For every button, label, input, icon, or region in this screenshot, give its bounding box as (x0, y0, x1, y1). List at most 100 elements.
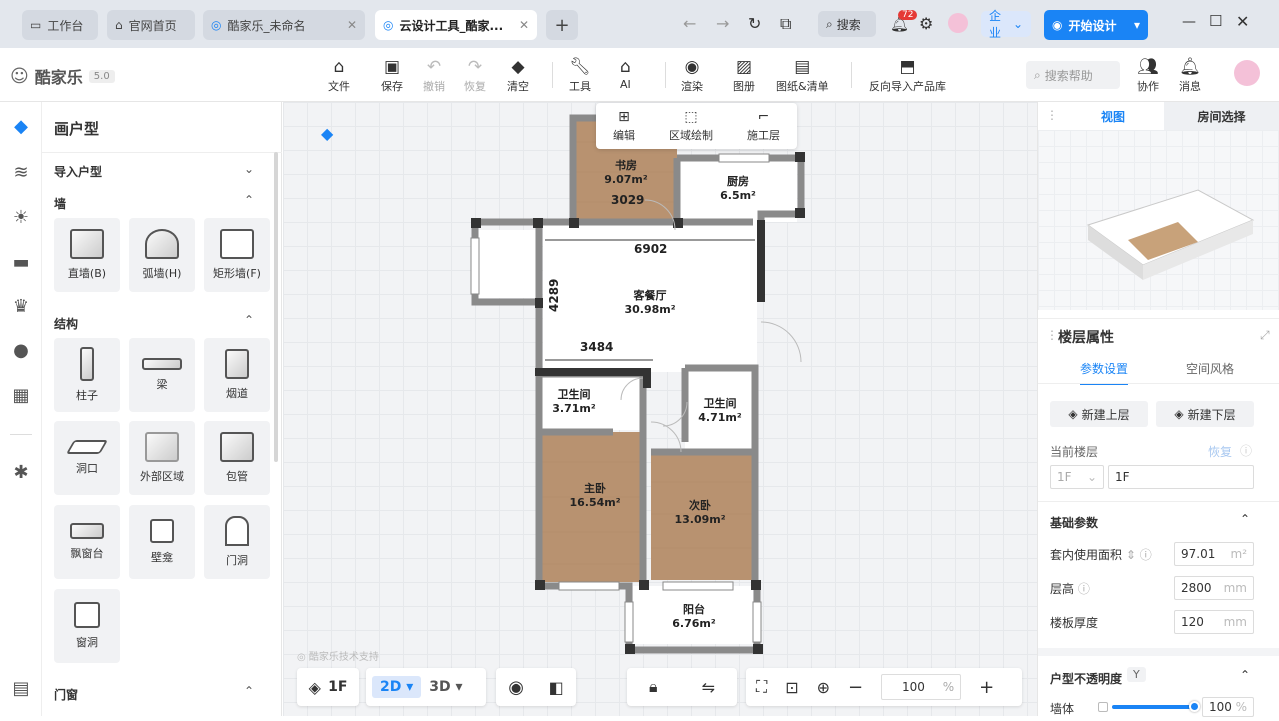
straight-wall-tool[interactable]: 直墙(B) (54, 218, 120, 292)
person-icon[interactable]: ● (0, 332, 42, 368)
start-design-button[interactable]: ◉ 开始设计 ▾ (1044, 10, 1148, 40)
focus-icon[interactable]: ⊡ (785, 678, 798, 697)
floor-select[interactable]: 1F ⌄ (1050, 465, 1104, 489)
refresh-icon[interactable]: ↻ (748, 14, 761, 33)
wall-opacity-input[interactable]: 100% (1202, 697, 1254, 717)
crown-icon[interactable]: ♛ (0, 288, 42, 324)
chevron-up-icon[interactable]: ⌃ (244, 313, 254, 327)
area-input[interactable]: 97.01 m² (1174, 542, 1254, 566)
height-input[interactable]: 2800 mm (1174, 576, 1254, 600)
zoom-in-button[interactable]: + (979, 677, 994, 698)
lightbulb-icon[interactable]: ☀ (0, 199, 42, 235)
settings-icon[interactable]: ⚙ (919, 14, 933, 33)
new-upper-floor-button[interactable]: ◈ 新建上层 (1050, 401, 1148, 427)
wall-opacity-checkbox[interactable] (1098, 702, 1108, 712)
edit-tool[interactable]: ⊞ 编辑 (613, 109, 635, 143)
copy-icon[interactable]: ⧉ (780, 14, 791, 34)
layers-icon[interactable]: ≋ (0, 154, 42, 190)
chevron-up-icon[interactable]: ⌃ (244, 684, 254, 698)
slider-handle[interactable] (1189, 701, 1200, 712)
room-label-balcony[interactable]: 阳台 6.76m² (666, 603, 722, 631)
tab-cloud-design[interactable]: ◎ 云设计工具_酷家... ✕ (375, 10, 537, 40)
chevron-up-icon[interactable]: ⌃ (1240, 668, 1250, 682)
save-button[interactable]: ▣ 保存 (381, 58, 403, 94)
restore-link[interactable]: 恢复 (1208, 443, 1232, 460)
avatar[interactable] (948, 13, 968, 33)
tab-unnamed[interactable]: ◎ 酷家乐_未命名 ✕ (203, 10, 365, 40)
chevron-down-icon[interactable]: ▾ (1134, 18, 1140, 32)
dimension-label[interactable]: 4289 (547, 279, 561, 312)
cabinet-icon[interactable]: ▦ (0, 377, 42, 413)
toggle-icon[interactable]: ⇋ (702, 678, 715, 697)
reverse-import-button[interactable]: ⬒ 反向导入产品库 (869, 58, 946, 94)
messages-menu[interactable]: 🔔︎ 消息 (1179, 58, 1201, 94)
user-avatar[interactable] (1234, 60, 1260, 86)
maximize-icon[interactable]: ☐ (1209, 12, 1222, 30)
outer-area-tool[interactable]: 外部区域 (129, 421, 195, 495)
dimension-label[interactable]: 3484 (580, 340, 613, 354)
lock-icon[interactable]: 🔒︎ (649, 677, 658, 697)
room-label-master[interactable]: 主卧 16.54m² (564, 482, 626, 510)
arc-wall-tool[interactable]: 弧墙(H) (129, 218, 195, 292)
drag-handle-icon[interactable]: ⋮ (1046, 328, 1058, 342)
fit-view-icon[interactable]: ⛶ (756, 677, 767, 697)
bay-window-tool[interactable]: 飘窗台 (54, 505, 120, 579)
clear-menu[interactable]: ◆ 清空 (507, 58, 529, 94)
room-label-bath1[interactable]: 卫生间 3.71m² (546, 388, 602, 416)
construction-layer-tool[interactable]: ⌐ 施工层 (747, 109, 780, 143)
drag-handle-icon[interactable]: ⋮ (1046, 108, 1058, 122)
chevron-up-icon[interactable]: ⌃ (244, 193, 254, 207)
door-opening-tool[interactable]: 门洞 (204, 505, 270, 579)
panel-toggle-icon[interactable]: ▤ (0, 670, 42, 706)
help-search-input[interactable]: ⌕ 搜索帮助 (1026, 61, 1120, 89)
room-label-second[interactable]: 次卧 13.09m² (672, 499, 728, 527)
close-window-icon[interactable]: ✕ (1236, 12, 1249, 31)
eye-icon[interactable]: ◉ (508, 677, 524, 698)
plugin-icon[interactable]: ✱ (0, 454, 42, 490)
beam-tool[interactable]: 梁 (129, 338, 195, 412)
new-tab-button[interactable]: + (546, 10, 578, 40)
dimension-label[interactable]: 6902 (634, 242, 667, 256)
undo-button[interactable]: ↶ 撤销 (423, 58, 445, 94)
chevron-up-icon[interactable]: ⌃ (1240, 512, 1250, 526)
tab-view[interactable]: 视图 (1062, 102, 1164, 130)
forward-icon[interactable]: → (716, 14, 729, 33)
file-menu[interactable]: ⌂ 文件 (328, 58, 350, 94)
chevron-down-icon[interactable]: ⌄ (244, 162, 254, 176)
zoom-area-icon[interactable]: ⊕ (817, 678, 830, 697)
flue-tool[interactable]: 烟道 (204, 338, 270, 412)
column-tool[interactable]: 柱子 (54, 338, 120, 412)
niche-tool[interactable]: 壁龛 (129, 505, 195, 579)
panel-scrollbar[interactable] (274, 152, 278, 462)
3d-preview[interactable] (1038, 130, 1279, 310)
room-label-living[interactable]: 客餐厅 30.98m² (618, 289, 682, 317)
zoom-input[interactable]: 100% (881, 674, 962, 700)
enterprise-menu[interactable]: 企业 ⌄ (981, 9, 1031, 40)
tools-menu[interactable]: 🔧︎ 工具 (569, 58, 591, 94)
redo-button[interactable]: ↷ 恢复 (464, 58, 486, 94)
new-lower-floor-button[interactable]: ◈ 新建下层 (1156, 401, 1254, 427)
close-icon[interactable]: ✕ (347, 18, 357, 32)
gallery-button[interactable]: ▨ 图册 (733, 58, 755, 94)
pipe-box-tool[interactable]: 包管 (204, 421, 270, 495)
floor-name-input[interactable]: 1F (1108, 465, 1254, 489)
room-label-bath2[interactable]: 卫生间 4.71m² (692, 397, 748, 425)
opening-tool[interactable]: 洞口 (54, 421, 120, 495)
import-section-title[interactable]: 导入户型 (54, 163, 102, 180)
dimension-label[interactable]: 3029 (611, 193, 644, 207)
drawings-menu[interactable]: ▤ 图纸&清单 (776, 58, 829, 94)
floorplan-tool-icon[interactable]: ◆ (0, 108, 42, 144)
search-button[interactable]: ⌕ 搜索 (818, 11, 876, 37)
collab-menu[interactable]: 👥︎ 协作 (1137, 58, 1159, 94)
region-draw-tool[interactable]: ⬚ 区域绘制 (669, 109, 713, 143)
rect-wall-tool[interactable]: 矩形墙(F) (204, 218, 270, 292)
room-label-kitchen[interactable]: 厨房 6.5m² (710, 175, 766, 203)
tab-space-style[interactable]: 空间风格 (1186, 360, 1234, 377)
sofa-icon[interactable]: ▬ (0, 244, 42, 280)
floor-switcher[interactable]: ◈ 1F (297, 668, 359, 706)
tab-room-select[interactable]: 房间选择 (1164, 102, 1279, 130)
close-icon[interactable]: ✕ (519, 18, 529, 32)
mode-3d-button[interactable]: 3D ▾ (429, 679, 462, 695)
tab-params[interactable]: 参数设置 (1080, 360, 1129, 385)
room-label-study[interactable]: 书房 9.07m² (598, 159, 654, 187)
